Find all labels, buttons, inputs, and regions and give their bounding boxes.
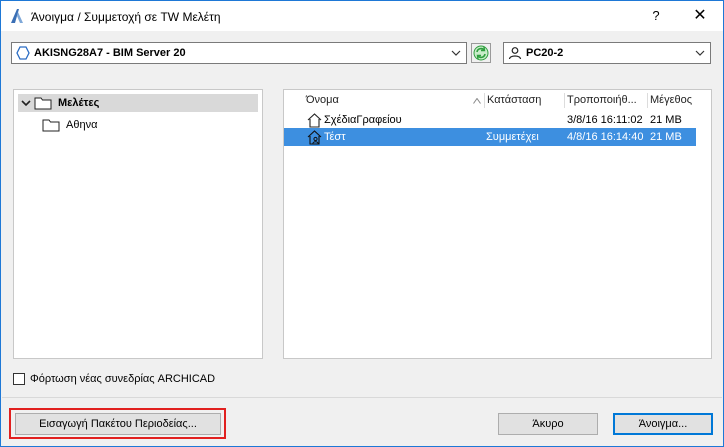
chevron-down-icon[interactable] [20,97,32,109]
open-teamwork-dialog: Άνοιγμα / Συμμετοχή σε TW Μελέτη ? ✕ AKI… [0,0,724,447]
import-tour-package-button[interactable]: Εισαγωγή Πακέτου Περιοδείας... [15,413,221,435]
column-header-modified[interactable]: Τροποποιήθ... [567,94,645,110]
sort-up-icon [473,98,481,104]
projects-list[interactable]: Όνομα Κατάσταση Τροποποιήθ... Μέγεθος Σχ… [283,89,712,359]
user-dropdown[interactable]: PC20-2 [503,42,711,64]
server-dropdown-value: AKISNG28A7 - BIM Server 20 [34,47,186,59]
chevron-down-icon [451,50,461,56]
tree-item-projects[interactable]: Μελέτες [18,94,258,112]
open-button[interactable]: Άνοιγμα... [613,413,713,435]
refresh-icon[interactable] [471,43,491,63]
row-name: Τέστ [324,131,346,143]
column-header-name[interactable]: Όνομα [306,94,339,110]
column-separator[interactable] [564,93,565,108]
projects-tree[interactable]: Μελέτες Αθηνα [13,89,263,359]
load-new-session-checkbox[interactable] [13,373,25,385]
table-row[interactable]: ΣχέδιαΓραφείου 3/8/16 16:11:02 21 MB [284,111,696,129]
row-modified: 3/8/16 16:11:02 [567,114,643,126]
project-home-user-icon [307,130,322,145]
table-row-selected[interactable]: Τέστ Συμμετέχει 4/8/16 16:14:40 21 MB [284,128,696,146]
bim-server-icon [16,46,30,60]
user-icon [508,47,522,60]
archicad-app-icon [11,9,23,23]
column-separator[interactable] [484,93,485,108]
title-bar: Άνοιγμα / Συμμετοχή σε TW Μελέτη ? ✕ [1,1,723,31]
row-modified: 4/8/16 16:14:40 [567,131,644,143]
footer-divider [2,397,722,398]
window-title: Άνοιγμα / Συμμετοχή σε TW Μελέτη [31,10,221,24]
column-header-status[interactable]: Κατάσταση [487,94,541,110]
tree-item-label: Αθηνα [66,119,98,131]
row-status: Συμμετέχει [486,131,539,143]
cancel-button[interactable]: Άκυρο [498,413,598,435]
folder-icon [34,97,52,110]
column-header-size[interactable]: Μέγεθος [650,94,692,110]
chevron-down-icon [695,50,705,56]
row-size: 21 MB [650,131,682,143]
load-new-session-label[interactable]: Φόρτωση νέας συνεδρίας ARCHICAD [30,373,215,385]
help-button[interactable]: ? [639,1,673,31]
folder-icon [42,119,60,132]
server-dropdown[interactable]: AKISNG28A7 - BIM Server 20 [11,42,467,64]
project-home-icon [307,113,322,128]
row-size: 21 MB [650,114,682,126]
row-name: ΣχέδιαΓραφείου [324,114,402,126]
user-dropdown-value: PC20-2 [526,47,564,59]
close-button[interactable]: ✕ [683,1,717,31]
tree-item-label: Μελέτες [58,97,100,109]
column-separator[interactable] [647,93,648,108]
